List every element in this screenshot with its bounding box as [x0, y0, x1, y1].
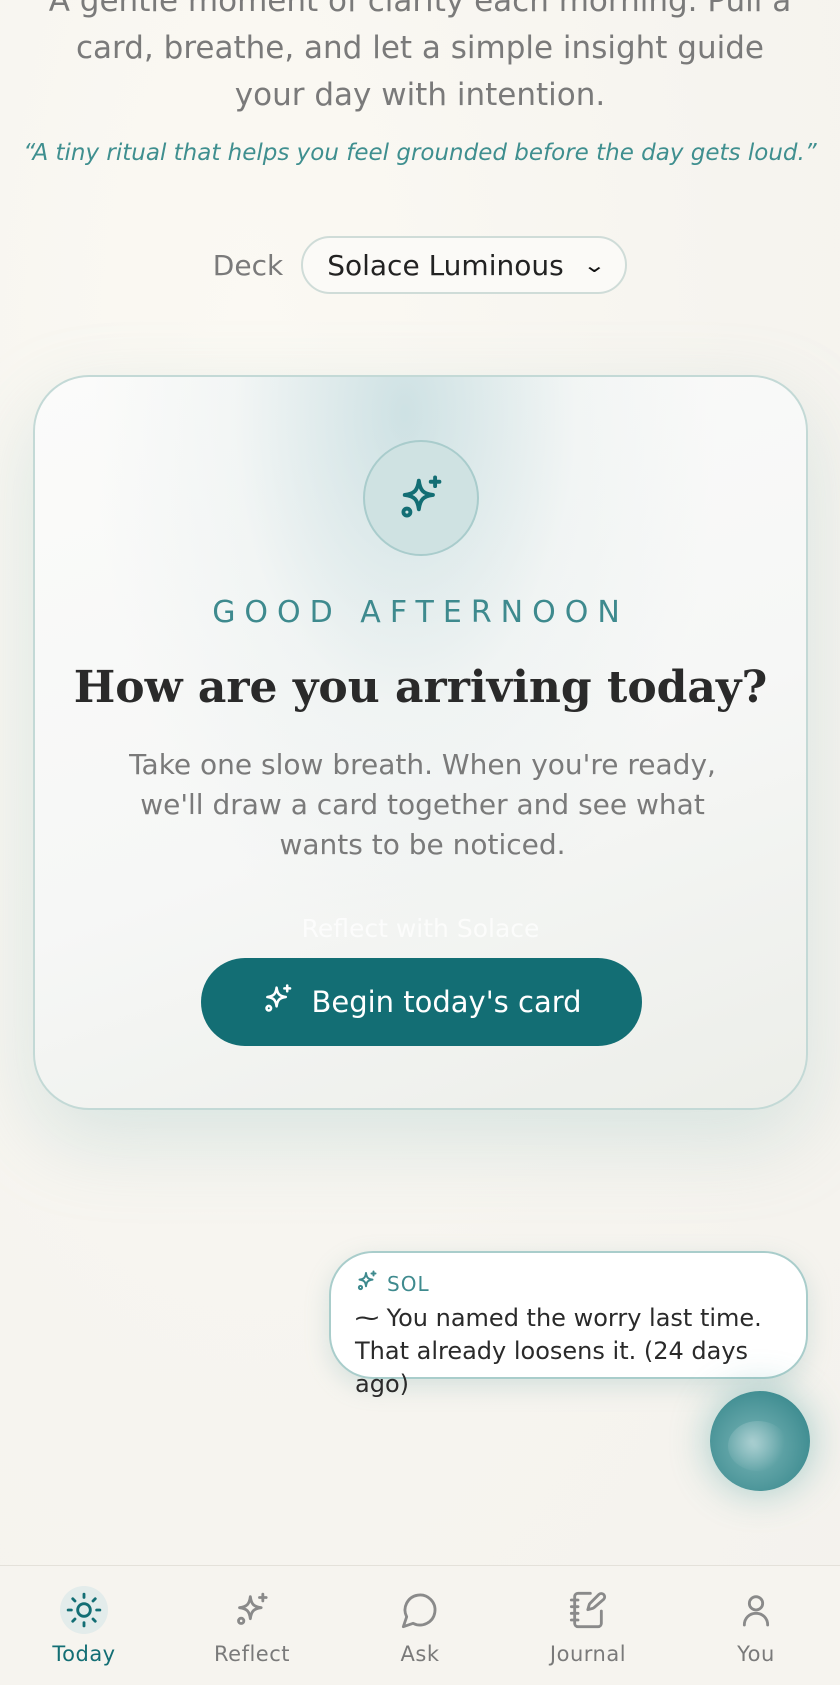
- sol-orb-button[interactable]: [710, 1391, 810, 1491]
- sparkles-icon: [355, 1269, 379, 1298]
- card-body: Take one slow breath. When you're ready,…: [129, 748, 716, 861]
- card-title: How are you arriving today?: [73, 662, 768, 713]
- begin-card-button[interactable]: Begin today's card: [201, 958, 642, 1046]
- tab-label: Today: [52, 1642, 116, 1666]
- deck-select[interactable]: Solace Luminous ⌄: [301, 236, 628, 294]
- sun-icon: [60, 1586, 108, 1634]
- user-icon: [732, 1586, 780, 1634]
- chevron-down-icon: ⌄: [583, 253, 607, 277]
- deck-selected-value: Solace Luminous: [327, 248, 564, 282]
- today-screen: A gentle moment of clarity each morning.…: [0, 0, 840, 1685]
- sparkles-icon: [261, 982, 295, 1023]
- sol-header: SOL: [355, 1269, 782, 1298]
- sparkles-icon: [363, 440, 479, 556]
- tab-label: Ask: [400, 1642, 440, 1666]
- bottom-tab-bar: Today Reflect Ask Journal You: [0, 1565, 840, 1685]
- sol-label: SOL: [387, 1271, 430, 1296]
- tab-label: Reflect: [214, 1642, 290, 1666]
- chat-bubble-icon: [396, 1586, 444, 1634]
- tab-label: You: [737, 1642, 775, 1666]
- tab-journal[interactable]: Journal: [518, 1586, 658, 1666]
- daily-card: GOOD AFTERNOON How are you arriving toda…: [33, 375, 808, 1110]
- deck-label: Deck: [212, 248, 284, 282]
- reflect-with-solace-link[interactable]: Reflect with Solace: [35, 914, 806, 943]
- sparkles-icon: [228, 1586, 276, 1634]
- notebook-pen-icon: [564, 1586, 612, 1634]
- tab-ask[interactable]: Ask: [350, 1586, 490, 1666]
- intro-quote: “A tiny ritual that helps you feel groun…: [23, 140, 817, 166]
- tab-you[interactable]: You: [686, 1586, 826, 1666]
- greeting-label: GOOD AFTERNOON: [212, 595, 629, 630]
- sol-message: ⁓ You named the worry last time. That al…: [355, 1304, 762, 1398]
- intro-text: A gentle moment of clarity each morning.…: [48, 0, 792, 113]
- tab-today[interactable]: Today: [14, 1586, 154, 1666]
- sol-message-bubble[interactable]: SOL ⁓ You named the worry last time. Tha…: [329, 1251, 808, 1398]
- begin-card-label: Begin today's card: [311, 985, 582, 1019]
- deck-selector-row: Deck Solace Luminous ⌄: [0, 236, 840, 294]
- tab-label: Journal: [549, 1642, 627, 1666]
- tab-reflect[interactable]: Reflect: [182, 1586, 322, 1666]
